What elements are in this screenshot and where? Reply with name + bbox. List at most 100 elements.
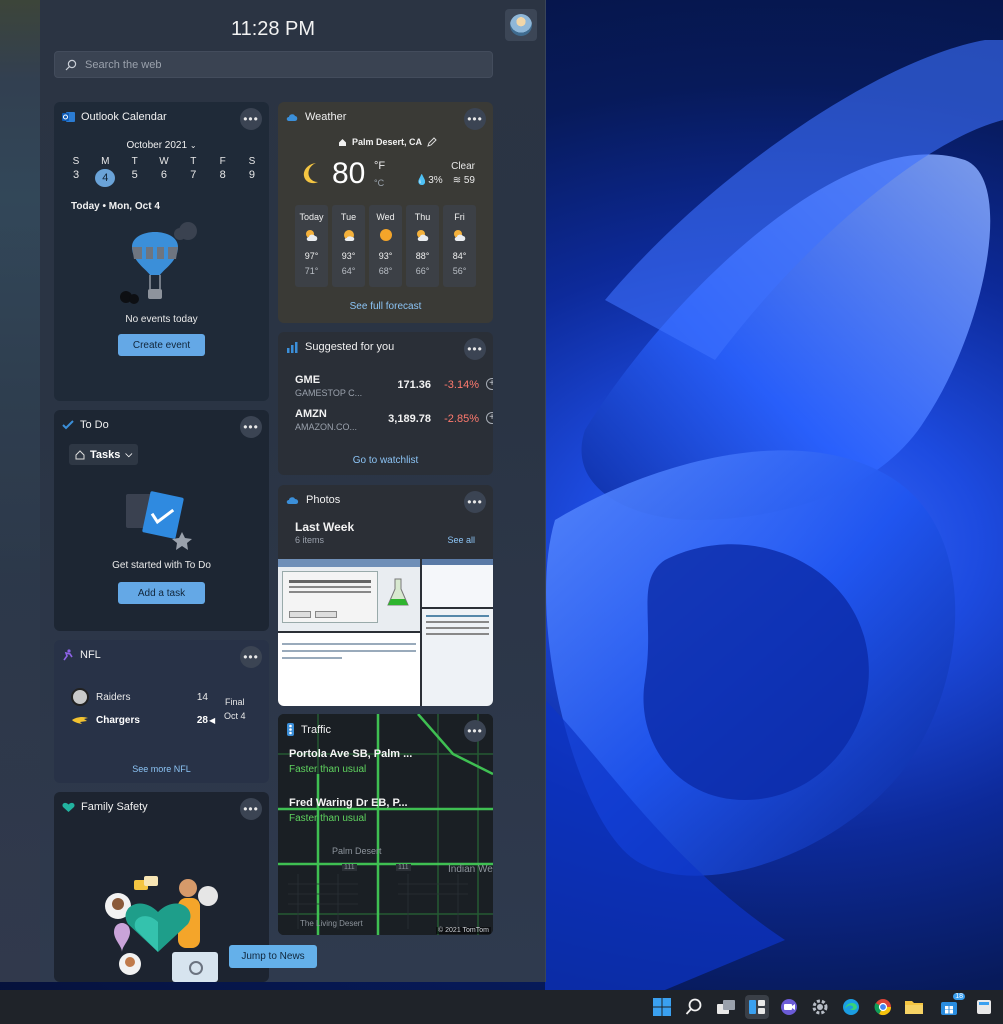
- forecast-low: 64°: [341, 266, 356, 276]
- see-full-forecast-link[interactable]: See full forecast: [278, 301, 493, 312]
- forecast-day[interactable]: Thu 88° 66°: [406, 205, 439, 287]
- calendar-widget-title: Outlook Calendar: [81, 111, 167, 123]
- forecast-day[interactable]: Tue 93° 64°: [332, 205, 365, 287]
- nfl-more-button[interactable]: •••: [240, 646, 262, 668]
- calendar-day[interactable]: 7: [183, 169, 203, 187]
- search-box[interactable]: [54, 51, 493, 78]
- partly-cloudy-icon: [295, 222, 328, 248]
- task-view-icon[interactable]: [714, 995, 738, 1019]
- search-icon[interactable]: [682, 995, 706, 1019]
- photos-widget-header: Photos: [286, 494, 340, 506]
- photos-widget-title: Photos: [306, 494, 341, 506]
- calendar-day[interactable]: 5: [125, 169, 145, 187]
- add-to-watchlist-icon[interactable]: +: [486, 412, 493, 424]
- stock-row[interactable]: GME GAMESTOP C... 171.36 -3.14% +: [295, 374, 493, 404]
- store-icon[interactable]: 18: [937, 993, 965, 1019]
- photo-line: [426, 633, 489, 635]
- forecast-day-label: Tue: [340, 212, 357, 222]
- winner-indicator-icon: ◀: [209, 716, 216, 725]
- photo-line: [426, 621, 489, 623]
- nfl-widget: NFL ••• Raiders 14 Chargers 28 ◀ Final O…: [54, 640, 269, 783]
- weekday-label: T: [131, 156, 138, 167]
- football-player-icon: [63, 649, 73, 661]
- todo-list-selector[interactable]: Tasks ⌵: [69, 444, 139, 465]
- todo-more-button[interactable]: •••: [240, 416, 262, 438]
- profile-avatar-button[interactable]: [505, 9, 537, 41]
- weather-condition: Clear: [451, 161, 475, 172]
- forecast-high: 93°: [378, 251, 393, 261]
- traffic-route-name[interactable]: Fred Waring Dr EB, P...: [289, 797, 408, 809]
- weather-location[interactable]: Palm Desert, CA: [338, 137, 437, 147]
- calendar-day-selected[interactable]: 4: [95, 169, 116, 187]
- calendar-day[interactable]: 6: [154, 169, 174, 187]
- chevron-down-icon: ⌄: [189, 141, 197, 150]
- photo-line: [282, 650, 416, 652]
- calendar-more-button[interactable]: •••: [240, 108, 262, 130]
- unit-fahrenheit-toggle[interactable]: °F: [374, 160, 385, 172]
- stock-change: -3.14%: [444, 379, 479, 391]
- family-safety-widget-title: Family Safety: [81, 801, 148, 813]
- partly-cloudy-icon: [406, 222, 439, 248]
- edit-pencil-icon[interactable]: [427, 137, 437, 147]
- stock-row[interactable]: AMZN AMAZON.CO... 3,189.78 -2.85% +: [295, 408, 493, 438]
- photo-dialog-line: [289, 580, 371, 583]
- todo-widget: To Do ••• Tasks ⌵ Get started with To Do…: [54, 410, 269, 631]
- unit-celsius-toggle[interactable]: °C: [374, 178, 384, 188]
- teams-chat-icon[interactable]: [777, 995, 801, 1019]
- traffic-light-icon: [287, 723, 294, 736]
- traffic-route-status: Faster than usual: [289, 764, 367, 775]
- family-safety-more-button[interactable]: •••: [240, 798, 262, 820]
- see-more-nfl-link[interactable]: See more NFL: [54, 764, 269, 774]
- chrome-icon[interactable]: [871, 995, 895, 1019]
- photo-thumbnail[interactable]: [278, 633, 420, 706]
- windows-start-icon[interactable]: [650, 995, 674, 1019]
- add-to-watchlist-icon[interactable]: +: [486, 378, 493, 390]
- calendar-day-row: 3 4 5 6 7 8 9: [66, 169, 262, 187]
- stock-price: 3,189.78: [388, 413, 431, 425]
- create-event-button[interactable]: Create event: [118, 334, 205, 356]
- stocks-widget: Suggested for you ••• GME GAMESTOP C... …: [278, 332, 493, 475]
- stock-price: 171.36: [397, 379, 431, 391]
- wallpaper-bloom: [545, 40, 1003, 990]
- edge-icon[interactable]: [839, 995, 863, 1019]
- photos-more-button[interactable]: •••: [464, 491, 486, 513]
- calendar-month-selector[interactable]: October 2021 ⌄: [54, 140, 269, 151]
- photo-titlebar: [278, 559, 420, 567]
- home-icon: [339, 138, 346, 146]
- extra-tray-icon[interactable]: [972, 995, 996, 1019]
- calendar-widget: Outlook Calendar ••• October 2021 ⌄ S M …: [54, 102, 269, 401]
- home-icon: [75, 449, 85, 459]
- photo-line: [282, 657, 342, 659]
- stocks-chart-icon: [287, 341, 298, 353]
- photos-see-all-link[interactable]: See all: [447, 535, 475, 545]
- traffic-route-name[interactable]: Portola Ave SB, Palm ...: [289, 748, 412, 760]
- add-task-button[interactable]: Add a task: [118, 582, 205, 604]
- photo-thumbnail-large[interactable]: [278, 559, 420, 631]
- team-name-winner: Chargers: [96, 715, 140, 726]
- precipitation: 💧3%: [416, 175, 443, 186]
- forecast-day[interactable]: Wed 93° 68°: [369, 205, 402, 287]
- file-explorer-icon[interactable]: [902, 995, 926, 1019]
- calendar-day[interactable]: 9: [242, 169, 262, 187]
- forecast-low: 66°: [415, 266, 430, 276]
- search-input[interactable]: [85, 58, 465, 71]
- weekday-label: F: [219, 156, 226, 167]
- settings-icon[interactable]: [808, 995, 832, 1019]
- forecast-day[interactable]: Today 97° 71°: [295, 205, 328, 287]
- partly-cloudy-icon: [443, 222, 476, 248]
- widgets-icon[interactable]: [745, 995, 769, 1019]
- photo-thumbnail[interactable]: [422, 609, 493, 706]
- forecast-day[interactable]: Fri 84° 56°: [443, 205, 476, 287]
- stocks-more-button[interactable]: •••: [464, 338, 486, 360]
- traffic-more-button[interactable]: •••: [464, 720, 486, 742]
- photo-thumbnail[interactable]: [422, 559, 493, 607]
- jump-to-news-button[interactable]: Jump to News: [229, 945, 317, 968]
- calendar-day[interactable]: 3: [66, 169, 86, 187]
- calendar-day[interactable]: 8: [213, 169, 233, 187]
- photos-album-count: 6 items: [295, 535, 325, 545]
- stock-name: AMAZON.CO...: [295, 422, 358, 432]
- weather-more-button[interactable]: •••: [464, 108, 486, 130]
- partly-sunny-icon: [332, 222, 365, 248]
- photos-album-title: Last Week: [295, 520, 355, 534]
- go-to-watchlist-link[interactable]: Go to watchlist: [278, 455, 493, 466]
